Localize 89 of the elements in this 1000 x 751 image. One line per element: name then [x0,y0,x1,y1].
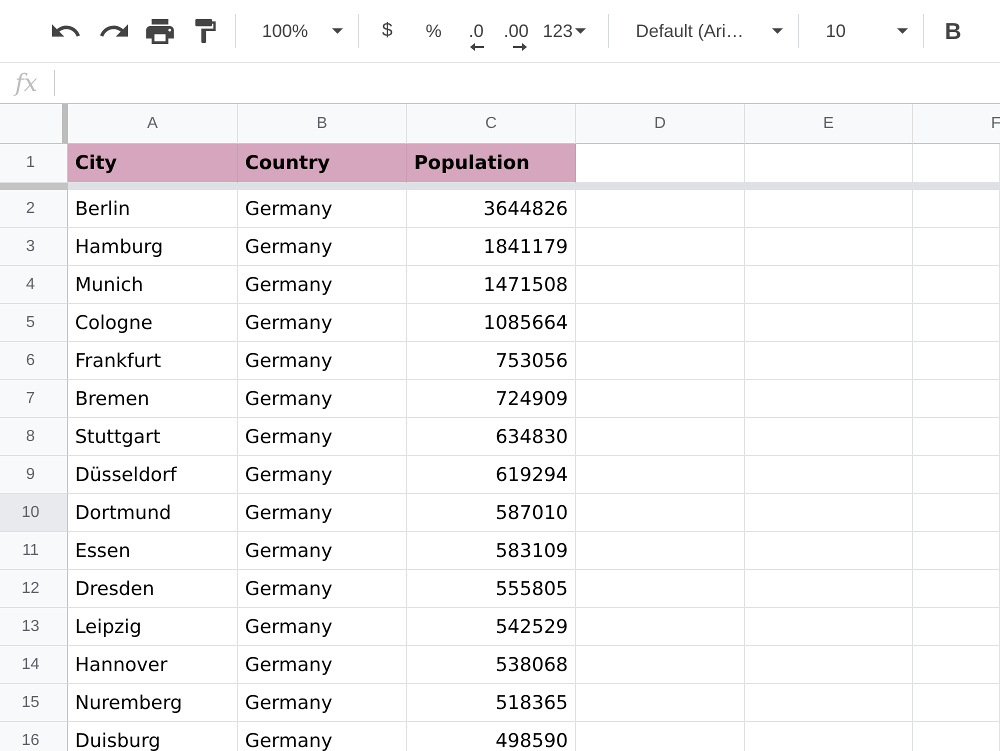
number-format-dropdown[interactable]: 123 [542,21,586,41]
spreadsheet-cell[interactable]: 555805 [407,570,576,608]
column-header[interactable]: F [913,104,1000,144]
caret-icon [772,28,783,34]
increase-decimal-button[interactable]: .00 [504,11,529,51]
row-header[interactable]: 14 [0,646,68,684]
spreadsheet-cell[interactable]: Germany [238,342,407,380]
select-all-corner[interactable] [0,104,68,144]
spreadsheet-cell[interactable]: Cologne [68,304,238,342]
row-header[interactable]: 2 [0,190,68,228]
spreadsheet-cell[interactable]: 1841179 [407,228,576,266]
spreadsheet-cell[interactable]: 724909 [407,380,576,418]
font-size-dropdown[interactable]: 10 [826,21,908,41]
spreadsheet-cell[interactable]: 538068 [407,646,576,684]
column-header[interactable]: B [238,104,407,144]
spreadsheet-cell[interactable]: Population [407,144,576,183]
spreadsheet-cell[interactable]: Stuttgart [68,418,238,456]
caret-icon [896,28,908,34]
right-arrow-icon [513,43,528,51]
row-header[interactable]: 11 [0,532,68,570]
spreadsheet-cell[interactable]: 542529 [407,608,576,646]
caret-icon [332,28,344,34]
freeze-bar[interactable] [0,183,1000,190]
row-header[interactable]: 5 [0,304,68,342]
spreadsheet-cell[interactable]: Germany [238,190,407,228]
currency-button[interactable]: $ [382,21,393,41]
spreadsheet-cell[interactable]: 753056 [407,342,576,380]
column-header[interactable]: C [407,104,576,144]
bold-button[interactable]: B [944,21,962,41]
spreadsheet-cell[interactable]: Bremen [68,380,238,418]
print-icon[interactable] [146,18,174,44]
row-header[interactable]: 4 [0,266,68,304]
row-header[interactable]: 9 [0,456,68,494]
row-header[interactable]: 6 [0,342,68,380]
spreadsheet-cell[interactable]: Germany [238,570,407,608]
zoom-dropdown[interactable]: 100% [262,21,344,41]
row-header[interactable]: 16 [0,722,68,751]
spreadsheet-cell[interactable]: 583109 [407,532,576,570]
row-header[interactable]: 3 [0,228,68,266]
spreadsheet-cell[interactable]: Dortmund [68,494,238,532]
row-header[interactable]: 15 [0,684,68,722]
decrease-decimal-button[interactable]: .0 [468,11,484,51]
spreadsheet-cell[interactable]: Germany [238,608,407,646]
row-header[interactable]: 10 [0,494,68,532]
spreadsheet-cell[interactable]: 587010 [407,494,576,532]
row-header[interactable]: 12 [0,570,68,608]
row-header[interactable]: 7 [0,380,68,418]
spreadsheet-cell[interactable]: Essen [68,532,238,570]
spreadsheet-cell[interactable]: Hannover [68,646,238,684]
spreadsheet-cell[interactable]: 1085664 [407,304,576,342]
spreadsheet-cell[interactable]: Düsseldorf [68,456,238,494]
formula-label: fx [12,69,38,97]
row-header[interactable]: 1 [0,144,68,183]
spreadsheet-cell[interactable]: Nuremberg [68,684,238,722]
spreadsheet-cell[interactable]: Hamburg [68,228,238,266]
spreadsheet-cell[interactable]: 518365 [407,684,576,722]
spreadsheet-cell[interactable]: 3644826 [407,190,576,228]
column-header[interactable]: D [576,104,745,144]
spreadsheet-cell[interactable]: Germany [238,456,407,494]
spreadsheet-cell[interactable]: Germany [238,266,407,304]
spreadsheet-cell[interactable]: Germany [238,684,407,722]
spreadsheet-cell[interactable]: Germany [238,380,407,418]
row-header[interactable]: 8 [0,418,68,456]
spreadsheet-cell[interactable]: City [68,144,238,183]
left-arrow-icon [470,43,484,51]
percent-button[interactable]: % [426,21,442,41]
spreadsheet-cell[interactable]: 619294 [407,456,576,494]
redo-icon[interactable] [100,24,128,38]
spreadsheet-cell[interactable]: Germany [238,418,407,456]
spreadsheet-cell[interactable]: Munich [68,266,238,304]
spreadsheet-cell[interactable]: Germany [238,494,407,532]
spreadsheet-cell[interactable]: Dresden [68,570,238,608]
column-header[interactable]: E [745,104,913,144]
paint-roller-icon[interactable] [195,19,216,43]
spreadsheet-cell[interactable]: Leipzig [68,608,238,646]
font-dropdown[interactable]: Default (Ari… [636,21,783,41]
spreadsheet-cell[interactable]: 1471508 [407,266,576,304]
spreadsheet-cell[interactable]: 634830 [407,418,576,456]
row-header[interactable]: 13 [0,608,68,646]
undo-icon[interactable] [52,24,80,38]
spreadsheet-cell[interactable]: Germany [238,228,407,266]
column-header[interactable]: A [68,104,238,144]
spreadsheet-cell[interactable]: Berlin [68,190,238,228]
spreadsheet-cell[interactable]: Frankfurt [68,342,238,380]
caret-icon [574,28,586,34]
spreadsheet-cell[interactable]: Germany [238,646,407,684]
spreadsheet-cell[interactable]: Country [238,144,407,183]
spreadsheet-cell[interactable]: Germany [238,304,407,342]
spreadsheet-cell[interactable]: Germany [238,532,407,570]
